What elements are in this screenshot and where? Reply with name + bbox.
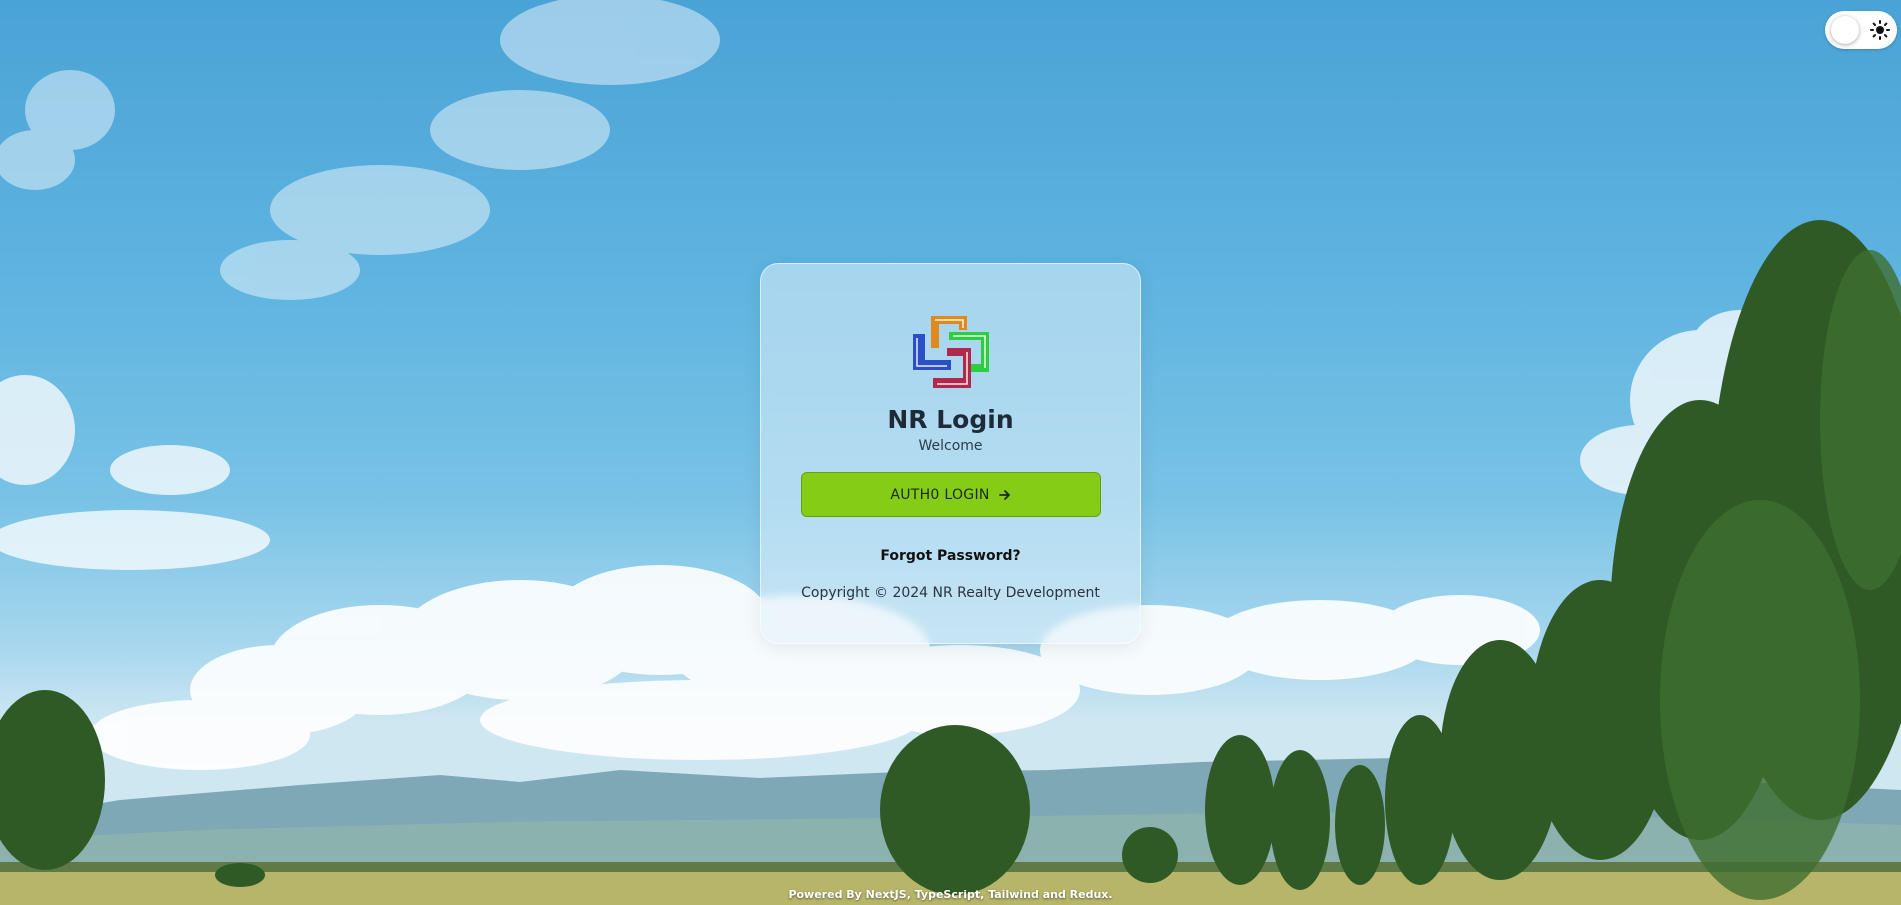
login-card: NR Login Welcome AUTH0 LOGIN Forgot Pass… [760,263,1141,644]
login-page: NR Login Welcome AUTH0 LOGIN Forgot Pass… [0,0,1901,905]
login-button-label: AUTH0 LOGIN [890,486,990,503]
footer-powered-by: Powered By NextJS, TypeScript, Tailwind … [788,888,1113,901]
arrow-right-icon [998,488,1012,502]
copyright-text: Copyright © 2024 NR Realty Development [801,585,1100,601]
nr-logo-icon [911,312,991,392]
toggle-knob[interactable] [1831,16,1859,44]
page-title: NR Login [887,405,1014,434]
forgot-password-link[interactable]: Forgot Password? [761,548,1140,564]
sun-icon [1869,19,1891,41]
welcome-subtitle: Welcome [918,438,983,454]
theme-toggle[interactable] [1825,11,1897,49]
auth0-login-button[interactable]: AUTH0 LOGIN [801,472,1101,517]
